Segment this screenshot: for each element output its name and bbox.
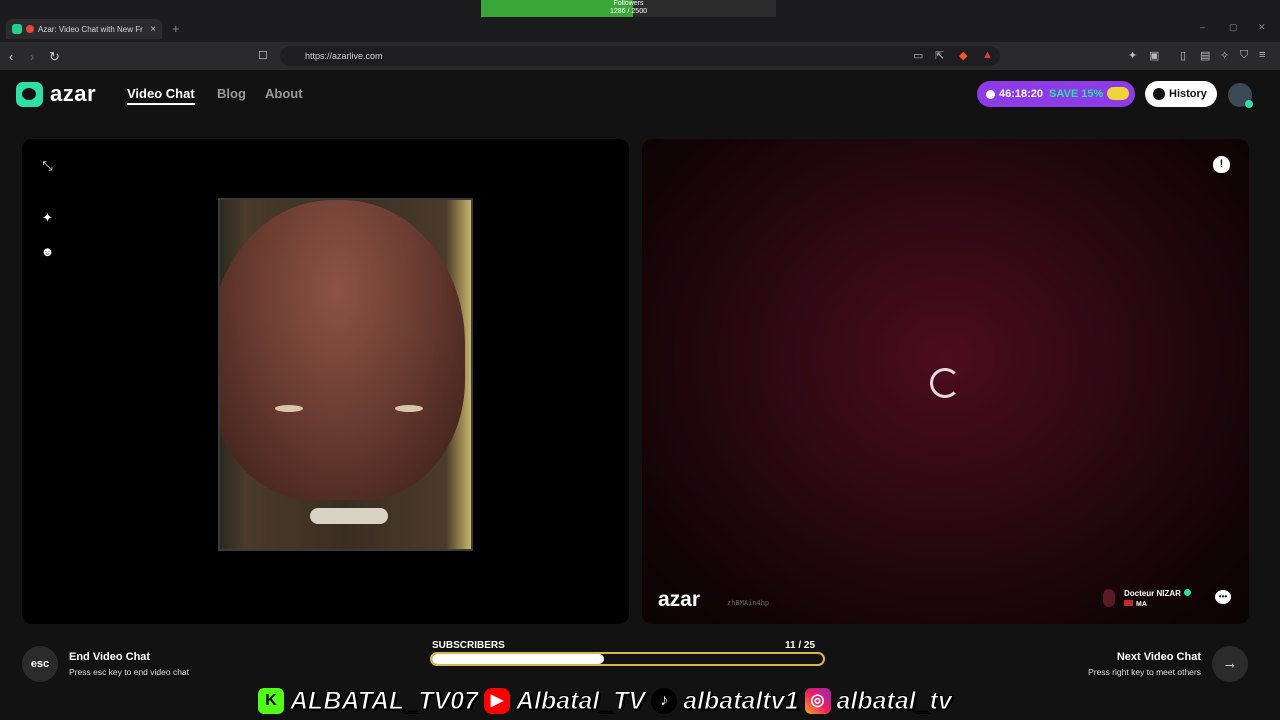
new-tab-button[interactable]: + [172, 21, 180, 36]
session-id: zhBMAin4hp [727, 599, 770, 607]
magic-wand-icon[interactable]: ✦ [40, 210, 55, 225]
end-chat-title: End Video Chat [69, 651, 151, 663]
browser-tab[interactable]: Azar: Video Chat with New Fr × [6, 19, 162, 39]
report-icon[interactable]: ! [1213, 156, 1230, 173]
youtube-handle: Albatal_TV [515, 686, 646, 715]
instagram-icon: ◎ [804, 688, 831, 714]
peer-country: MA [1124, 600, 1147, 608]
close-window-button[interactable]: ✕ [1258, 22, 1266, 33]
chat-icon[interactable]: ••• [1215, 590, 1231, 604]
reload-icon[interactable]: ↻ [49, 49, 60, 65]
minimize-button[interactable]: – [1200, 22, 1205, 32]
kick-icon: K [258, 688, 284, 714]
maximize-button[interactable]: ▢ [1229, 22, 1238, 33]
subscribers-progress [430, 652, 825, 666]
azar-watermark: azar [658, 588, 701, 611]
end-chat-button[interactable]: esc [22, 646, 58, 682]
azar-app: azar Video Chat Blog About 46:18:20 SAVE… [0, 70, 1280, 720]
end-chat-hint: Press esc key to end video chat [69, 667, 190, 677]
forward-icon[interactable]: › [30, 49, 34, 64]
coins-icon [1107, 87, 1129, 100]
collapse-icon[interactable]: ⤡ [40, 158, 55, 173]
azar-favicon-icon [12, 24, 22, 34]
wallet-icon[interactable]: ▣ [1149, 49, 1159, 62]
flag-icon [1124, 600, 1133, 606]
sidebar-icon[interactable]: ▯ [1180, 49, 1186, 62]
loading-spinner-icon [930, 368, 960, 398]
subscribers-count: 11 / 25 [785, 640, 816, 651]
face-filter-icon[interactable]: ☻ [40, 244, 55, 259]
next-chat-title: Next Video Chat [1116, 651, 1201, 663]
tab-close-icon[interactable]: × [150, 24, 156, 35]
subscribers-progress-fill [432, 654, 605, 664]
recording-icon [26, 25, 34, 33]
verified-icon [1183, 589, 1191, 596]
youtube-icon: ▶ [483, 688, 510, 714]
brave-rewards-icon[interactable]: ▲ [982, 49, 993, 61]
tiktok-handle: albataltv1 [683, 686, 799, 715]
azar-logo[interactable]: azar [16, 81, 96, 107]
brave-shield-icon[interactable]: ◆ [959, 49, 967, 62]
vpn-icon[interactable]: ⛉ [1240, 49, 1248, 62]
timer-icon [986, 89, 995, 99]
promo-save-text: SAVE 15% [1049, 88, 1104, 100]
share-icon[interactable]: ⇱ [935, 49, 944, 62]
user-avatar[interactable] [1228, 83, 1253, 108]
promo-timer: 46:18:20 [999, 88, 1044, 100]
tiktok-icon: ♪ [651, 688, 678, 714]
nav-video-chat[interactable]: Video Chat [127, 86, 195, 105]
kick-handle: ALBATAL_TV07 [290, 686, 479, 715]
instagram-handle: albatal_tv [836, 686, 952, 715]
peer-avatar [1103, 589, 1115, 607]
nav-blog[interactable]: Blog [217, 86, 246, 101]
back-icon[interactable]: ‹ [9, 49, 13, 64]
leo-ai-icon[interactable]: ✧ [1220, 49, 1229, 62]
azar-logo-icon [16, 81, 43, 107]
url-bar[interactable]: https://azarlive.com [280, 46, 1000, 66]
history-clock-icon [1153, 88, 1165, 100]
cast-icon[interactable]: ▭ [913, 49, 923, 62]
teeth-shape [310, 508, 388, 524]
face-shape [220, 200, 465, 500]
local-video-feed [218, 198, 473, 551]
social-handles: K ALBATAL_TV07 ▶ Albatal_TV ♪ albataltv1… [258, 684, 1008, 718]
tab-title: Azar: Video Chat with New Fr [38, 24, 143, 34]
followers-value: 1286 / 2500 [610, 8, 647, 15]
promo-button[interactable]: 46:18:20 SAVE 15% [977, 81, 1135, 107]
next-chat-hint: Press right key to meet others [1088, 667, 1201, 677]
next-chat-button[interactable]: → [1212, 646, 1248, 682]
extensions-icon[interactable]: ✦ [1128, 49, 1137, 62]
peer-name: Docteur NIZAR [1124, 589, 1191, 598]
left-eye-shape [275, 405, 303, 412]
history-button[interactable]: History [1145, 81, 1217, 107]
local-video-panel: ⤡ ✦ ☻ [22, 139, 629, 624]
bookmark-icon[interactable]: ☐ [258, 49, 268, 62]
remote-video-panel: ! azar zhBMAin4hp Docteur NIZAR MA ••• [642, 139, 1249, 624]
menu-icon[interactable]: ≡ [1259, 49, 1265, 61]
right-eye-shape [395, 405, 423, 412]
followers-label: Followers [613, 0, 644, 7]
tab-search-icon[interactable]: ▤ [1200, 49, 1210, 62]
logo-text: azar [50, 81, 97, 106]
history-label: History [1169, 88, 1207, 100]
nav-about[interactable]: About [265, 86, 303, 101]
followers-goal: Followers 1286 / 2500 [481, 0, 776, 17]
subscribers-label: SUBSCRIBERS [432, 640, 505, 651]
